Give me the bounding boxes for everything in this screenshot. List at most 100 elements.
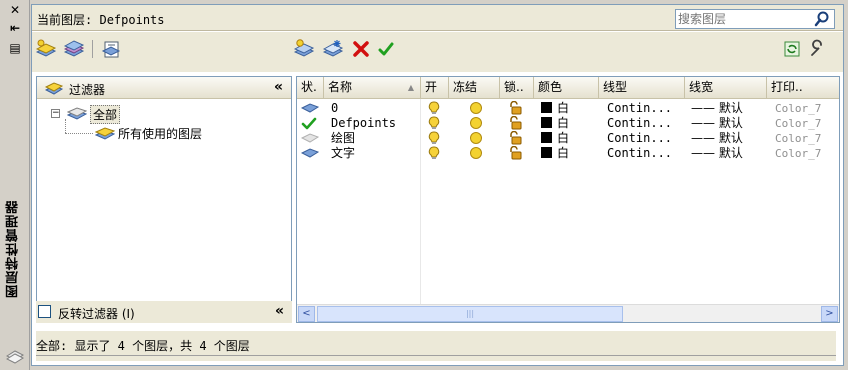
layer-row[interactable]: 0 白 Contin... —— 默认 Color_7 (297, 101, 839, 116)
layer-states-manager-icon[interactable] (100, 38, 122, 60)
unlocked-icon[interactable] (507, 131, 523, 146)
color-name: 白 (557, 101, 570, 115)
layer-list-grid: 状. 名称 ▲ 开 冻结 锁.. 颜色 线型 线宽 打印.. 0 白 Contin.… (296, 76, 840, 323)
layer-toolbar (32, 32, 843, 72)
tree-connector (65, 119, 66, 133)
collapse-filter-pane-bottom-button[interactable]: « (275, 303, 284, 319)
status-divider (36, 355, 836, 356)
column-header-on[interactable]: 开 (421, 77, 449, 99)
linetype[interactable]: Contin... (607, 131, 683, 146)
color-swatch (541, 117, 552, 128)
layer-color[interactable]: 白 (541, 116, 569, 131)
sun-thawed-icon[interactable] (469, 101, 483, 116)
status-bar: 全部: 显示了 4 个图层，共 4 个图层 (36, 331, 836, 361)
linetype[interactable]: Contin... (607, 101, 683, 116)
settings-icon[interactable] (806, 38, 828, 60)
lineweight-sample: —— (691, 101, 715, 115)
filter-icon (44, 79, 64, 100)
toolbar-separator (92, 40, 93, 58)
auto-hide-icon[interactable]: ⇤ (6, 20, 24, 36)
column-header-name[interactable]: 名称 ▲ (324, 77, 421, 99)
color-swatch (541, 132, 552, 143)
column-header-linetype[interactable]: 线型 (599, 77, 685, 99)
palette-grip-icon[interactable] (4, 346, 26, 364)
color-name: 白 (557, 146, 570, 160)
layer-properties-panel: 当前图层: Defpoints 搜索图层 过滤器 « − 全部 所有使用的图层 … (31, 4, 844, 366)
search-input[interactable] (678, 11, 804, 27)
linetype[interactable]: Contin... (607, 146, 683, 161)
color-swatch (541, 147, 552, 158)
layer-row[interactable]: 绘图 白 Contin... —— 默认 Color_7 (297, 131, 839, 146)
layer-status-icon (301, 102, 319, 117)
plot-style: Color_7 (775, 102, 822, 115)
column-header-label: 名称 (328, 80, 353, 94)
column-header-freeze[interactable]: 冻结 (449, 77, 500, 99)
lineweight-sample: —— (691, 131, 715, 145)
layer-name[interactable]: 绘图 (331, 131, 355, 146)
filter-header-label: 过滤器 (69, 83, 106, 97)
lineweight[interactable]: —— 默认 (691, 116, 767, 131)
scroll-left-button[interactable]: < (298, 306, 315, 322)
new-layer-icon[interactable] (293, 38, 315, 60)
unlocked-icon[interactable] (507, 146, 523, 161)
lineweight[interactable]: —— 默认 (691, 146, 767, 161)
sun-thawed-icon[interactable] (469, 131, 483, 146)
layer-name[interactable]: 文字 (331, 146, 355, 161)
lightbulb-on-icon[interactable] (428, 146, 440, 161)
set-current-icon[interactable] (375, 38, 397, 60)
delete-layer-icon[interactable] (350, 38, 372, 60)
properties-menu-icon[interactable]: ▤ (6, 40, 24, 56)
search-box[interactable] (675, 9, 835, 29)
column-header-lineweight[interactable]: 线宽 (685, 77, 767, 99)
lineweight-sample: —— (691, 146, 715, 160)
color-name: 白 (557, 131, 570, 145)
layer-color[interactable]: 白 (541, 131, 569, 146)
lightbulb-on-icon[interactable] (428, 116, 440, 131)
lineweight[interactable]: —— 默认 (691, 101, 767, 116)
layer-row[interactable]: 文字 白 Contin... —— 默认 Color_7 (297, 146, 839, 161)
column-header-color[interactable]: 颜色 (534, 77, 599, 99)
plot-style: Color_7 (775, 117, 822, 130)
linetype[interactable]: Contin... (607, 116, 683, 131)
lineweight[interactable]: —— 默认 (691, 131, 767, 146)
scroll-right-button[interactable]: > (821, 306, 838, 322)
horizontal-scrollbar[interactable]: < ||| > (297, 304, 839, 322)
new-property-filter-icon[interactable] (35, 38, 57, 60)
lineweight-value: 默认 (718, 131, 743, 145)
close-icon[interactable]: ✕ (6, 2, 24, 18)
used-layers-filter-icon (94, 125, 116, 144)
sun-thawed-icon[interactable] (469, 116, 483, 131)
invert-filter-checkbox[interactable] (38, 305, 51, 318)
unlocked-icon[interactable] (507, 101, 523, 116)
refresh-icon[interactable] (781, 38, 803, 60)
current-layer-value: Defpoints (99, 13, 165, 27)
unlocked-icon[interactable] (507, 116, 523, 131)
lightbulb-on-icon[interactable] (428, 101, 440, 116)
palette-title-strip: ✕ ⇤ ▤ 图层特性管理器 (0, 0, 30, 370)
tree-node-all[interactable]: − 全部 (51, 105, 161, 124)
layer-row[interactable]: Defpoints 白 Contin... —— 默认 Color_7 (297, 116, 839, 131)
filter-tree-header: 过滤器 « (37, 77, 291, 99)
tree-node-all-used-layers[interactable]: 所有使用的图层 (94, 125, 285, 144)
invert-filter-label[interactable]: 反转过滤器 (I) (58, 305, 135, 322)
sun-thawed-icon[interactable] (469, 146, 483, 161)
scroll-thumb[interactable]: ||| (317, 306, 623, 322)
new-layer-vp-frozen-icon[interactable] (322, 38, 344, 60)
sort-ascending-icon: ▲ (407, 83, 414, 92)
plot-style: Color_7 (775, 132, 822, 145)
layer-color[interactable]: 白 (541, 101, 569, 116)
grid-header: 状. 名称 ▲ 开 冻结 锁.. 颜色 线型 线宽 打印.. (297, 77, 839, 99)
column-header-status[interactable]: 状. (297, 77, 324, 99)
new-group-filter-icon[interactable] (63, 38, 85, 60)
lightbulb-on-icon[interactable] (428, 131, 440, 146)
search-icon[interactable] (813, 10, 831, 28)
collapse-filter-pane-button[interactable]: « (274, 79, 283, 95)
layer-name[interactable]: 0 (331, 101, 338, 116)
tree-expander-icon[interactable]: − (51, 109, 60, 118)
column-header-plot-style[interactable]: 打印.. (767, 77, 839, 99)
palette-title: 图层特性管理器 (6, 200, 21, 298)
layer-name[interactable]: Defpoints (331, 116, 396, 131)
layer-color[interactable]: 白 (541, 146, 569, 161)
plot-style: Color_7 (775, 147, 822, 160)
column-header-lock[interactable]: 锁.. (500, 77, 534, 99)
